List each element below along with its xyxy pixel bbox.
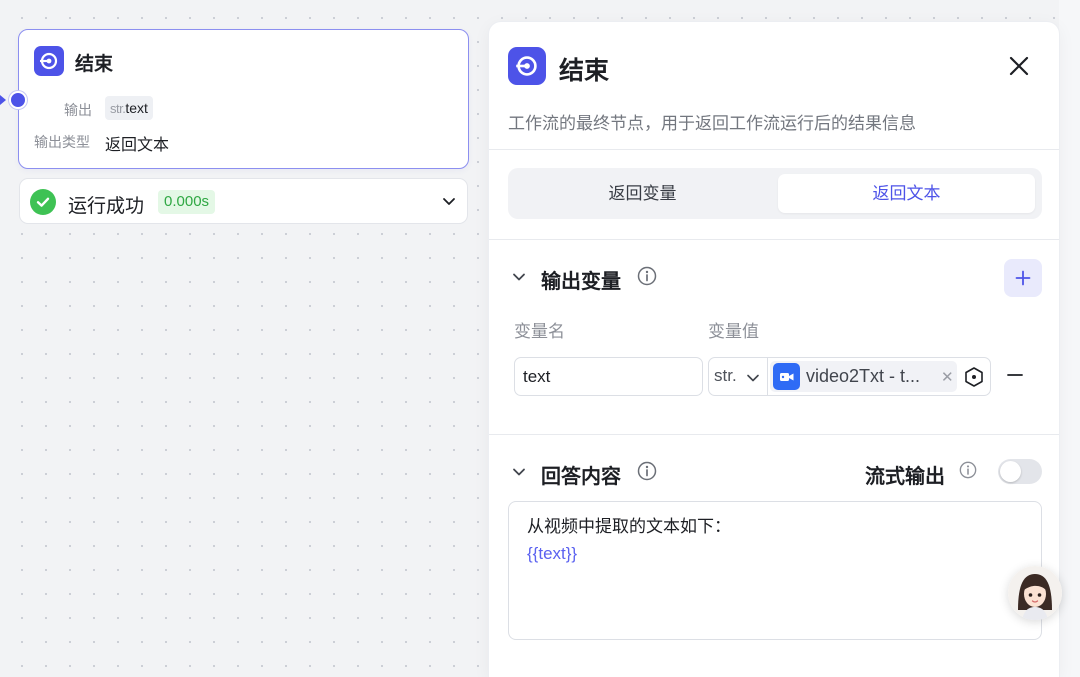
output-kind-label: 输出类型 (34, 134, 90, 150)
output-type-tag: str.text (105, 96, 153, 120)
panel-title: 结束 (559, 57, 610, 85)
variable-reference-chip[interactable]: video2Txt - t... ✕ (770, 361, 957, 392)
close-icon[interactable] (1006, 53, 1032, 79)
output-kind-value: 返回文本 (105, 137, 170, 154)
node-config-panel: 结束 工作流的最终节点，用于返回工作流运行后的结果信息 返回变量 返回文本 输出… (489, 22, 1059, 677)
output-label: 输出 (64, 102, 92, 118)
node-title: 结束 (75, 54, 114, 75)
answer-content-editor[interactable]: 从视频中提取的文本如下： {{text}} (508, 501, 1042, 640)
chevron-down-icon[interactable] (746, 371, 760, 390)
input-port[interactable] (9, 91, 27, 109)
reference-label: video2Txt - t... (806, 366, 921, 386)
variable-type-select[interactable]: str. (714, 366, 737, 386)
output-variables-title: 输出变量 (541, 271, 621, 293)
toggle-knob (1000, 461, 1021, 482)
assistant-avatar[interactable] (1008, 566, 1062, 620)
return-mode-tabs: 返回变量 返回文本 (508, 168, 1042, 219)
run-status-text: 运行成功 (68, 196, 145, 217)
output-type-name: text (125, 100, 148, 116)
end-node-icon (34, 46, 64, 76)
success-check-icon (30, 189, 56, 215)
divider (489, 239, 1059, 240)
run-status-bar[interactable]: 运行成功 0.000s (19, 178, 468, 224)
divider (489, 434, 1059, 435)
tab-return-variable[interactable]: 返回变量 (514, 174, 771, 213)
divider (489, 149, 1059, 150)
plus-icon (1015, 270, 1031, 286)
add-variable-button[interactable] (1004, 259, 1042, 297)
tab-return-text[interactable]: 返回文本 (778, 174, 1035, 213)
info-icon[interactable] (959, 461, 979, 481)
answer-variable-token: {{text}} (527, 544, 578, 563)
collapse-chevron-icon[interactable] (511, 464, 527, 485)
column-header-value: 变量值 (708, 322, 759, 341)
input-port-arrow (0, 95, 6, 105)
right-edge-strip (1059, 0, 1080, 677)
answer-content-title: 回答内容 (541, 466, 621, 488)
end-node-card[interactable]: 结束 输出 str.text 输出类型 返回文本 (18, 29, 469, 169)
answer-text-line: 从视频中提取的文本如下： (527, 517, 731, 536)
collapse-chevron-icon[interactable] (511, 269, 527, 290)
stream-output-label: 流式输出 (865, 466, 945, 488)
variable-picker-icon[interactable] (963, 366, 985, 393)
remove-variable-icon[interactable] (1006, 366, 1024, 384)
panel-description: 工作流的最终节点，用于返回工作流运行后的结果信息 (508, 114, 916, 133)
end-node-icon (508, 47, 546, 85)
output-type-prefix: str. (110, 101, 126, 116)
variable-value-field: str. video2Txt - t... ✕ (708, 357, 991, 396)
video-node-icon (773, 363, 800, 390)
run-time-badge: 0.000s (158, 190, 216, 214)
info-icon[interactable] (637, 461, 657, 481)
remove-reference-icon[interactable]: ✕ (941, 368, 954, 386)
divider (767, 358, 768, 395)
variable-name-input[interactable]: text (514, 357, 703, 396)
stream-output-toggle[interactable] (998, 459, 1042, 484)
column-header-name: 变量名 (514, 322, 565, 341)
chevron-down-icon[interactable] (441, 193, 457, 214)
info-icon[interactable] (637, 266, 657, 286)
